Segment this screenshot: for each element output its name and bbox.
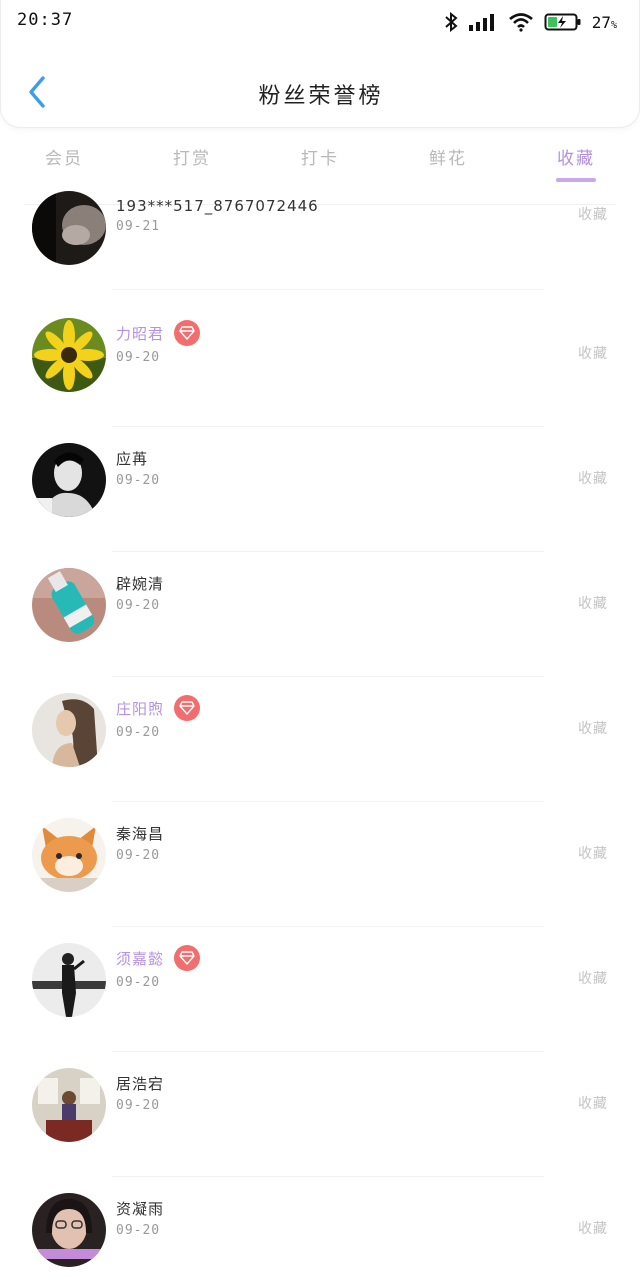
date: 09-20 [116, 725, 161, 740]
avatar[interactable] [32, 818, 106, 892]
tab-members[interactable]: 会员 [0, 136, 128, 188]
page-title: 粉丝荣誉榜 [258, 84, 384, 109]
favorite-label: 收藏 [578, 721, 608, 737]
divider [112, 551, 544, 552]
vip-diamond-icon [174, 945, 201, 971]
user-name: 力昭君 [116, 324, 165, 343]
user-name: 居浩宕 [116, 1074, 165, 1093]
status-time: 20:37 [17, 10, 74, 30]
status-bar: 20:37 27% [1, 0, 640, 44]
user-name: 193***517_8767072446 [116, 197, 319, 215]
bluetooth-icon [444, 12, 458, 32]
name-line: 应苒 [116, 445, 148, 471]
divider [112, 1176, 544, 1177]
user-name: 庄阳煦 [116, 699, 165, 718]
active-tab-indicator [556, 178, 596, 182]
battery-percent: 27% [592, 13, 617, 32]
name-line: 居浩宕 [116, 1070, 164, 1096]
name-line: 庄阳煦 [116, 695, 201, 721]
list-item[interactable]: 193***517_8767072446 09-21 收藏 [0, 190, 640, 300]
user-name: 秦海昌 [116, 824, 165, 843]
tab-flowers[interactable]: 鲜花 [384, 136, 512, 188]
tab-label: 鲜花 [429, 149, 467, 169]
avatar[interactable] [32, 191, 106, 265]
date: 09-20 [116, 975, 161, 990]
tab-label: 收藏 [557, 149, 595, 169]
date: 09-21 [116, 219, 161, 234]
cellular-signal-icon [468, 12, 498, 32]
date: 09-20 [116, 473, 161, 488]
date: 09-20 [116, 350, 161, 365]
user-name: 应苒 [116, 449, 149, 468]
fan-list: 193***517_8767072446 09-21 收藏 力昭君 09-20 … [0, 190, 640, 1280]
divider [112, 926, 544, 927]
tab-label: 打卡 [301, 149, 339, 169]
divider [112, 426, 544, 427]
date: 09-20 [116, 1098, 161, 1113]
list-item[interactable]: 须嘉懿 09-20 收藏 [0, 928, 640, 1052]
wifi-icon [508, 12, 534, 32]
user-name: 资凝雨 [116, 1199, 165, 1218]
list-item[interactable]: 资凝雨 09-20 收藏 [0, 1178, 640, 1280]
list-item[interactable]: 辟婉清 09-20 收藏 [0, 553, 640, 677]
name-line: 须嘉懿 [116, 945, 201, 971]
date: 09-20 [116, 598, 161, 613]
favorite-label: 收藏 [578, 1221, 608, 1237]
favorite-label: 收藏 [578, 596, 608, 612]
divider [112, 676, 544, 677]
battery-unit: % [610, 19, 617, 31]
list-item[interactable]: 居浩宕 09-20 收藏 [0, 1053, 640, 1177]
name-line: 193***517_8767072446 [116, 193, 319, 219]
divider [112, 1051, 544, 1052]
date: 09-20 [116, 1223, 161, 1238]
favorite-label: 收藏 [578, 346, 608, 362]
favorite-label: 收藏 [578, 1096, 608, 1112]
tab-tips[interactable]: 打赏 [128, 136, 256, 188]
name-line: 辟婉清 [116, 570, 164, 596]
battery-charging-icon [544, 12, 582, 32]
list-item[interactable]: 秦海昌 09-20 收藏 [0, 803, 640, 927]
user-name: 须嘉懿 [116, 949, 165, 968]
tab-favorites[interactable]: 收藏 [512, 136, 640, 188]
favorite-label: 收藏 [578, 971, 608, 987]
user-name: 辟婉清 [116, 574, 165, 593]
name-line: 力昭君 [116, 320, 201, 346]
favorite-label: 收藏 [578, 471, 608, 487]
avatar[interactable] [32, 318, 106, 392]
list-item[interactable]: 应苒 09-20 收藏 [0, 428, 640, 552]
tab-label: 会员 [45, 149, 83, 169]
nav-bar: 粉丝荣誉榜 [1, 62, 640, 122]
avatar[interactable] [32, 1193, 106, 1267]
vip-diamond-icon [174, 320, 201, 346]
battery-percent-value: 27 [591, 12, 611, 32]
avatar[interactable] [32, 943, 106, 1017]
tab-label: 打赏 [173, 149, 211, 169]
list-item[interactable]: 力昭君 09-20 收藏 [0, 303, 640, 427]
date: 09-20 [116, 848, 161, 863]
status-icons: 27% [444, 8, 617, 36]
divider [112, 289, 544, 290]
name-line: 秦海昌 [116, 820, 164, 846]
avatar[interactable] [32, 693, 106, 767]
vip-diamond-icon [174, 695, 201, 721]
tab-checkin[interactable]: 打卡 [256, 136, 384, 188]
avatar[interactable] [32, 443, 106, 517]
name-line: 资凝雨 [116, 1195, 164, 1221]
header: 20:37 27% 粉丝荣誉榜 [0, 0, 640, 128]
favorite-label: 收藏 [578, 207, 608, 223]
avatar[interactable] [32, 1068, 106, 1142]
tab-bar: 会员 打赏 打卡 鲜花 收藏 [0, 136, 640, 188]
favorite-label: 收藏 [578, 846, 608, 862]
avatar[interactable] [32, 568, 106, 642]
list-item[interactable]: 庄阳煦 09-20 收藏 [0, 678, 640, 802]
divider [112, 801, 544, 802]
